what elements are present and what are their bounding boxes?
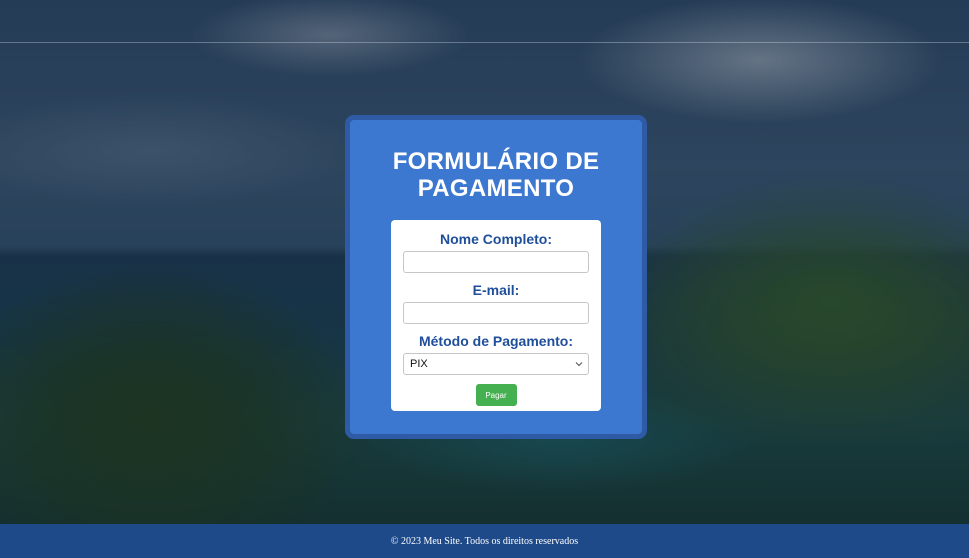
payment-method-select[interactable]: PIX [403, 353, 589, 375]
form-title-line1: FORMULÁRIO DE [392, 148, 600, 175]
name-label: Nome Completo: [440, 231, 552, 247]
footer-copyright: © 2023 Meu Site. Todos os direitos reser… [390, 535, 579, 547]
name-input[interactable] [403, 251, 589, 273]
footer: © 2023 Meu Site. Todos os direitos reser… [0, 524, 969, 558]
email-input[interactable] [403, 302, 589, 324]
payment-method-label: Método de Pagamento: [418, 333, 573, 349]
top-divider [0, 42, 969, 43]
page-background: FORMULÁRIO DE PAGAMENTO Nome Completo: E… [0, 0, 969, 558]
form-title-line2: PAGAMENTO [417, 175, 575, 202]
payment-form: Nome Completo: E-mail: Método de Pagamen… [391, 220, 601, 411]
pay-button[interactable]: Pagar [475, 384, 517, 406]
email-label: E-mail: [472, 282, 520, 298]
chevron-down-icon [575, 362, 583, 367]
background-hill [620, 170, 969, 430]
payment-method-value: PIX [410, 358, 428, 370]
payment-form-card: FORMULÁRIO DE PAGAMENTO Nome Completo: E… [345, 115, 647, 439]
form-title: FORMULÁRIO DE PAGAMENTO [350, 148, 642, 202]
background-hill [0, 260, 360, 558]
